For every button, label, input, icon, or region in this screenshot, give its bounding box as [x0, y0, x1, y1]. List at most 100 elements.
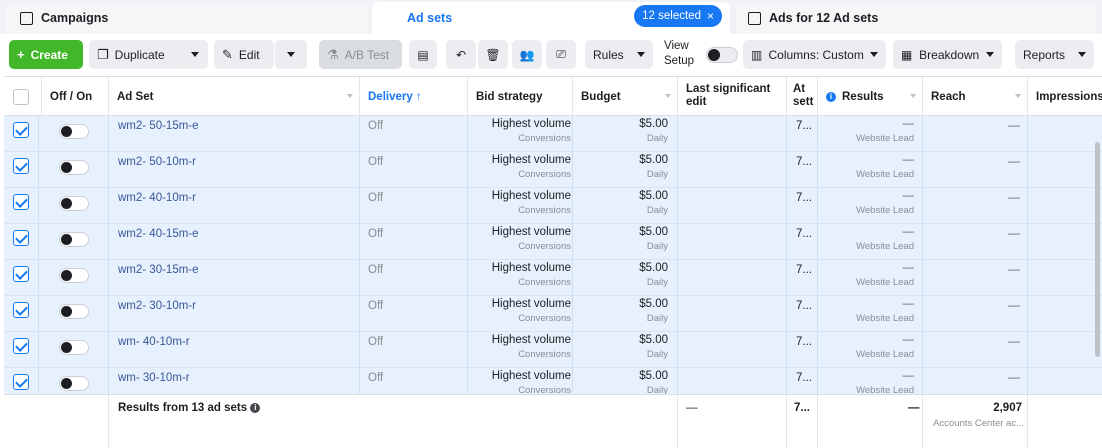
results-sub: Website Lead: [856, 169, 914, 180]
results-value: —: [902, 262, 915, 274]
header-select-all[interactable]: [4, 77, 42, 116]
bid-strategy: Highest volume Conversions: [469, 190, 571, 216]
delivery-status: Off: [368, 120, 384, 132]
header-delivery[interactable]: Delivery ↑: [360, 77, 468, 116]
scrollbar-thumb[interactable]: [1095, 142, 1100, 357]
row-checkbox[interactable]: [13, 158, 29, 174]
header-onoff[interactable]: Off / On: [42, 77, 109, 116]
header-last-edit[interactable]: Last significant edit: [678, 77, 787, 116]
vertical-scrollbar[interactable]: [1092, 116, 1102, 394]
info-icon[interactable]: i: [250, 403, 261, 413]
bid-strategy-value: Highest volume: [491, 370, 571, 382]
select-all-checkbox[interactable]: [13, 88, 29, 105]
delivery-status: Off: [368, 300, 384, 312]
header-attr-line2: sett: [793, 96, 814, 108]
adset-name-link[interactable]: wm2- 40-15m-e: [118, 228, 199, 240]
header-impressions[interactable]: Impressions: [1028, 77, 1102, 116]
header-attribution[interactable]: At sett: [787, 77, 818, 116]
breakdown-icon: ▦: [901, 47, 913, 62]
table-row[interactable]: wm2- 50-10m-r Off Highest volume Conversion…: [4, 152, 1102, 188]
adset-name-link[interactable]: wm2- 50-10m-r: [118, 156, 196, 168]
edit-dropdown-button[interactable]: [275, 40, 307, 69]
adset-name-link[interactable]: wm- 40-10m-r: [118, 336, 190, 348]
results-value: —: [902, 370, 915, 382]
row-on-off-toggle[interactable]: [59, 268, 89, 283]
budget-value: $5.00: [639, 370, 668, 382]
duplicate-icon: ❐: [97, 46, 109, 62]
tab-ads[interactable]: Ads for 12 Ad sets: [736, 2, 1096, 34]
table-row[interactable]: wm- 30-10m-r Off Highest volume Conversions…: [4, 368, 1102, 394]
header-reach[interactable]: Reach: [923, 77, 1028, 116]
table-row[interactable]: wm2- 30-10m-r Off Highest volume Conversion…: [4, 296, 1102, 332]
breakdown-label: Breakdown: [919, 47, 980, 62]
view-setup-toggle[interactable]: [706, 47, 738, 63]
results-value: —: [902, 334, 915, 346]
bid-strategy-sub: Conversions: [518, 205, 571, 216]
header-bid-strategy[interactable]: Bid strategy: [468, 77, 573, 116]
audience-button[interactable]: 👥: [512, 40, 542, 69]
chevron-down-icon: [190, 52, 199, 57]
header-results[interactable]: i Results: [818, 77, 923, 116]
bid-strategy: Highest volume Conversions: [469, 370, 571, 394]
results: — Website Lead: [824, 298, 914, 324]
tab-adsets[interactable]: Ad sets 12 selected ×: [372, 2, 730, 34]
breakdown-button[interactable]: ▦ Breakdown: [893, 40, 1002, 69]
tab-campaigns[interactable]: Campaigns: [6, 2, 368, 34]
chevron-down-icon: [1078, 52, 1086, 57]
ab-test-label: A/B Test: [344, 47, 390, 62]
row-on-off-toggle[interactable]: [59, 196, 89, 211]
columns-button[interactable]: ▥ Columns: Custom: [743, 40, 886, 69]
row-checkbox[interactable]: [13, 194, 29, 210]
adset-name-link[interactable]: wm2- 50-15m-e: [118, 120, 199, 132]
table-row[interactable]: wm2- 40-15m-e Off Highest volume Conversion…: [4, 224, 1102, 260]
reports-button[interactable]: Reports: [1015, 40, 1094, 69]
preview-button[interactable]: ⎚: [546, 40, 576, 69]
budget: $5.00 Daily: [574, 334, 668, 360]
undo-button[interactable]: ↶: [446, 40, 476, 69]
header-budget[interactable]: Budget: [573, 77, 678, 116]
adset-name-link[interactable]: wm2- 30-10m-r: [118, 300, 196, 312]
reach-value: —: [1008, 370, 1020, 384]
row-checkbox[interactable]: [13, 302, 29, 318]
row-checkbox[interactable]: [13, 338, 29, 354]
row-checkbox[interactable]: [13, 374, 29, 390]
header-attr-line1: At: [793, 83, 806, 95]
row-on-off-toggle[interactable]: [59, 340, 89, 355]
row-on-off-toggle[interactable]: [59, 376, 89, 391]
duplicate-dropdown-button[interactable]: [181, 40, 208, 69]
reach-value: —: [1008, 334, 1020, 348]
results-value: —: [902, 154, 915, 166]
delete-button[interactable]: 🗑: [478, 40, 508, 69]
table-row[interactable]: wm2- 40-10m-r Off Highest volume Conversion…: [4, 188, 1102, 224]
create-button[interactable]: + Create: [9, 40, 83, 69]
attribution-setting: 7...: [796, 192, 812, 204]
reach-value: —: [1008, 226, 1020, 240]
row-checkbox[interactable]: [13, 266, 29, 282]
adset-name-link[interactable]: wm2- 40-10m-r: [118, 192, 196, 204]
duplicate-button[interactable]: ❐ Duplicate: [89, 40, 185, 69]
results-sub: Website Lead: [856, 313, 914, 324]
edit-button[interactable]: ✎ Edit: [214, 40, 274, 69]
row-checkbox[interactable]: [13, 230, 29, 246]
chevron-down-icon: [985, 52, 994, 57]
adset-name-link[interactable]: wm2- 30-15m-e: [118, 264, 199, 276]
selected-count-pill[interactable]: 12 selected ×: [634, 5, 722, 27]
sort-caret-icon: [347, 94, 353, 98]
table-row[interactable]: wm- 40-10m-r Off Highest volume Conversions…: [4, 332, 1102, 368]
clear-selection-icon[interactable]: ×: [707, 9, 714, 23]
info-icon[interactable]: i: [826, 91, 836, 102]
budget-sub: Daily: [646, 349, 668, 360]
table-row[interactable]: wm2- 50-15m-e Off Highest volume Conversion…: [4, 116, 1102, 152]
ab-test-button[interactable]: ⚗ A/B Test: [319, 40, 402, 69]
row-on-off-toggle[interactable]: [59, 124, 89, 139]
adset-name-link[interactable]: wm- 30-10m-r: [118, 372, 190, 384]
attribution-setting: 7...: [796, 336, 812, 348]
header-adset[interactable]: Ad Set: [109, 77, 360, 116]
row-checkbox[interactable]: [13, 122, 29, 138]
clipboard-button[interactable]: ▤: [409, 40, 437, 69]
rules-button[interactable]: Rules: [585, 40, 653, 69]
row-on-off-toggle[interactable]: [59, 304, 89, 319]
table-row[interactable]: wm2- 30-15m-e Off Highest volume Conversion…: [4, 260, 1102, 296]
row-on-off-toggle[interactable]: [59, 232, 89, 247]
row-on-off-toggle[interactable]: [59, 160, 89, 175]
